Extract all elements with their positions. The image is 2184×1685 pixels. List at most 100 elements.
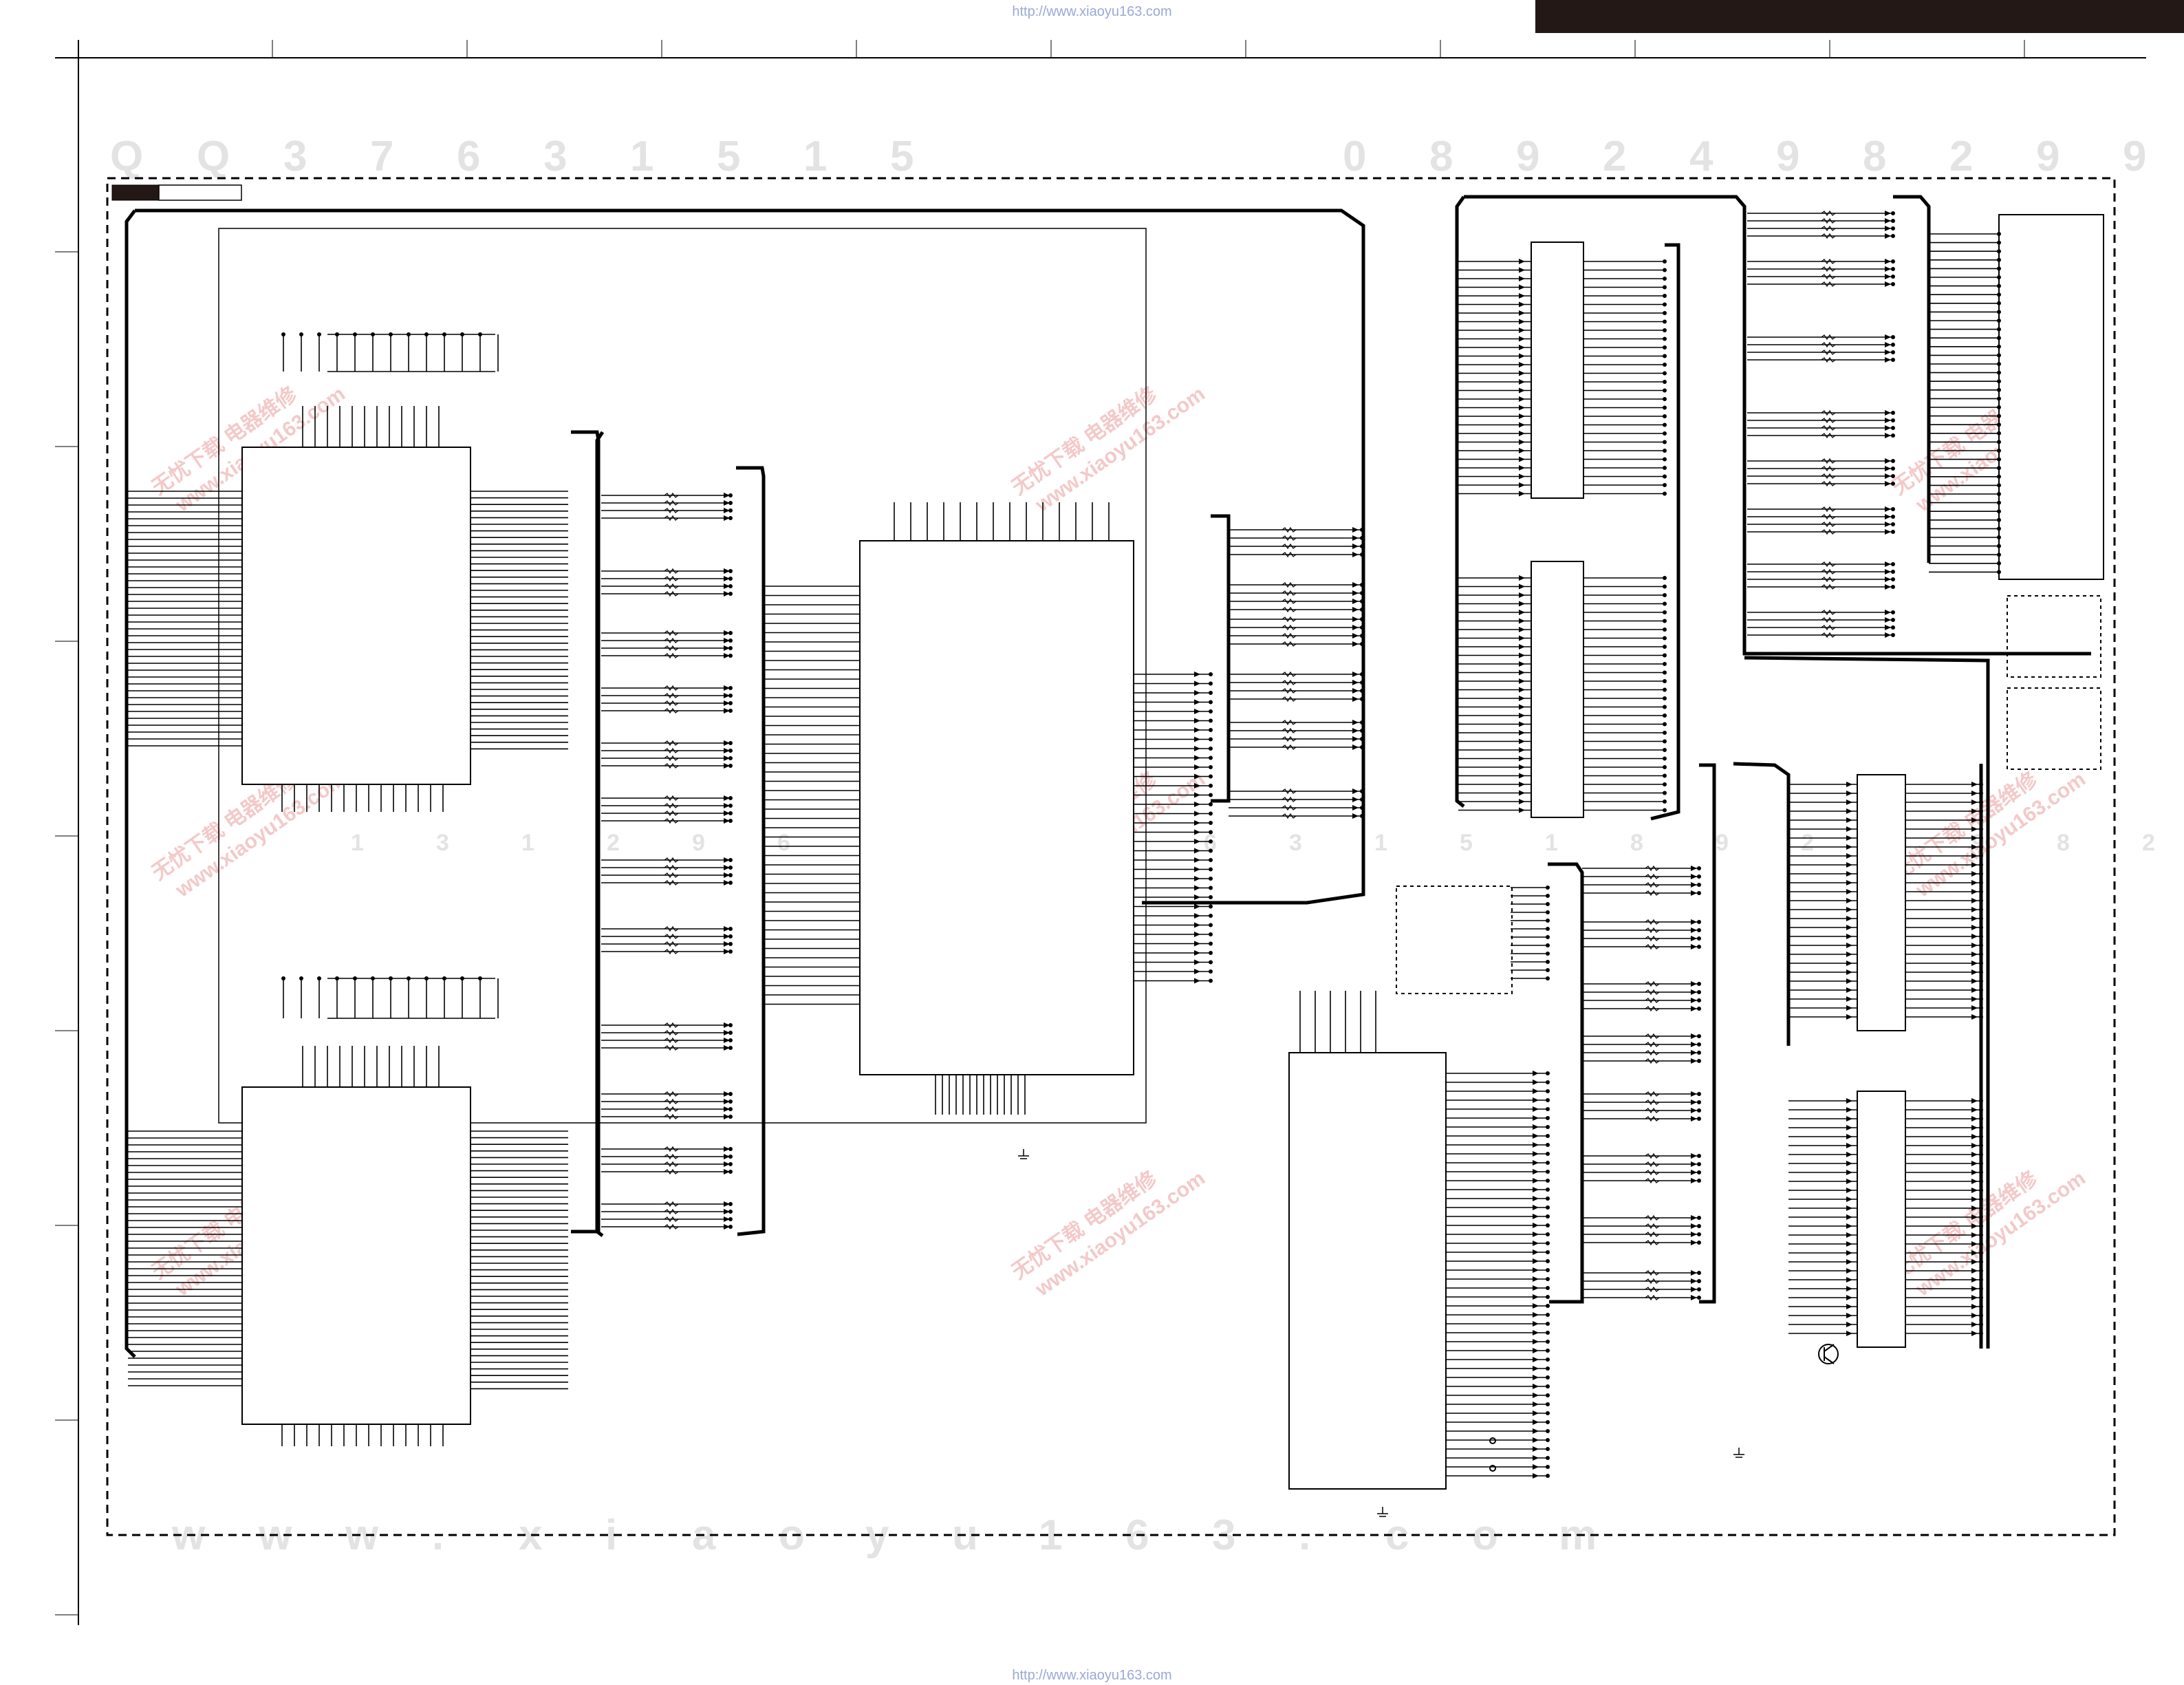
junction-dot (1546, 1080, 1550, 1084)
junction-dot (281, 976, 285, 980)
arrow (1885, 632, 1891, 638)
junction-dot (1360, 617, 1364, 621)
junction-dot (1209, 802, 1213, 806)
arrow (1194, 820, 1200, 826)
arrow (1352, 720, 1359, 725)
arrow (1519, 799, 1525, 804)
junction-dot (1979, 890, 1983, 894)
arrow (1533, 1285, 1539, 1291)
junction-dot (1546, 1277, 1550, 1281)
junction-dot (371, 332, 375, 336)
arrow (1971, 907, 1978, 912)
junction-dot (371, 976, 375, 980)
junction-dot (1663, 713, 1667, 718)
junction-dot (1546, 1214, 1550, 1219)
junction-dot (1360, 672, 1364, 676)
arrow (1194, 848, 1200, 854)
arrow (1194, 922, 1200, 928)
junction-dot (1697, 1241, 1701, 1245)
arrow (1533, 1223, 1539, 1228)
arrow (1533, 1142, 1539, 1148)
junction-dot (1979, 934, 1983, 938)
junction-dot (1891, 350, 1895, 354)
junction-dot (1697, 920, 1701, 924)
arrow (1533, 1097, 1539, 1103)
arrow (1885, 418, 1891, 423)
junction-dot (1663, 483, 1667, 487)
arrow (1971, 1277, 1978, 1282)
junction-dot (1209, 811, 1213, 816)
watermark-char: 8 (1630, 830, 1643, 856)
arrow (1971, 1196, 1978, 1202)
arrow (1533, 1071, 1539, 1076)
arrow (1691, 1278, 1697, 1284)
arrow (724, 1114, 730, 1119)
junction-dot (1891, 343, 1895, 347)
watermark-char: 6 (457, 133, 480, 180)
arrow (1519, 635, 1525, 641)
junction-dot (1663, 610, 1667, 614)
junction-dot (1979, 1242, 1983, 1246)
arrow (1519, 661, 1525, 667)
arrow (1519, 592, 1525, 598)
arrow (1846, 1098, 1852, 1104)
arrow (1519, 790, 1525, 796)
junction-dot (1663, 705, 1667, 709)
junction-dot (1697, 1042, 1701, 1047)
junction-dot (1997, 422, 2001, 427)
junction-dot (1979, 1260, 1983, 1264)
arrow (724, 591, 730, 597)
junction-dot (353, 976, 357, 980)
arrow (1352, 672, 1359, 677)
arrow (1691, 944, 1697, 949)
arrow (1533, 1348, 1539, 1353)
junction-dot (1997, 301, 2001, 305)
junction-dot (1979, 1313, 1983, 1318)
arrow (1533, 1258, 1539, 1264)
junction-dot (1979, 800, 1983, 804)
junction-dot (1360, 745, 1364, 749)
arrow (1194, 894, 1200, 900)
junction-dot (1997, 344, 2001, 349)
arrow (1971, 996, 1978, 1002)
junction-dot (1891, 418, 1895, 422)
arrow (1519, 610, 1525, 615)
junction-dot (1209, 747, 1213, 751)
arrow (1519, 259, 1525, 264)
junction-dot (1979, 1233, 1983, 1237)
junction-dot (1209, 793, 1213, 797)
arrow (1519, 764, 1525, 770)
junction-dot (1663, 259, 1667, 264)
junction-dot (1663, 679, 1667, 683)
junction-dot (1979, 872, 1983, 876)
arrow (1519, 456, 1525, 462)
junction-dot (1997, 240, 2001, 245)
arrow (1194, 672, 1200, 677)
watermark-char: 9 (692, 830, 705, 856)
arrow (1533, 1375, 1539, 1380)
arrow (1519, 704, 1525, 710)
arrow (1971, 898, 1978, 903)
arrow (724, 1091, 730, 1097)
junction-dot (1697, 936, 1701, 941)
junction-dot (1546, 1474, 1550, 1478)
junction-dot (1663, 319, 1667, 324)
arrow (1885, 211, 1891, 216)
arrow (724, 1216, 730, 1222)
junction-dot (1891, 267, 1895, 271)
watermark-char: 5 (890, 133, 913, 180)
arrow (1885, 577, 1891, 582)
junction-dot (1663, 808, 1667, 813)
junction-dot (1891, 577, 1895, 581)
arrow (724, 763, 730, 769)
arrow (1533, 1402, 1539, 1407)
arrow (1885, 610, 1891, 615)
junction-dot (1997, 457, 2001, 462)
arrow (1885, 266, 1891, 272)
arrow (1194, 932, 1200, 937)
arrow (1885, 274, 1891, 279)
junction-dot (1891, 585, 1895, 589)
junction-dot (478, 976, 482, 980)
arrow (1885, 342, 1891, 347)
junction-dot (1663, 670, 1667, 675)
